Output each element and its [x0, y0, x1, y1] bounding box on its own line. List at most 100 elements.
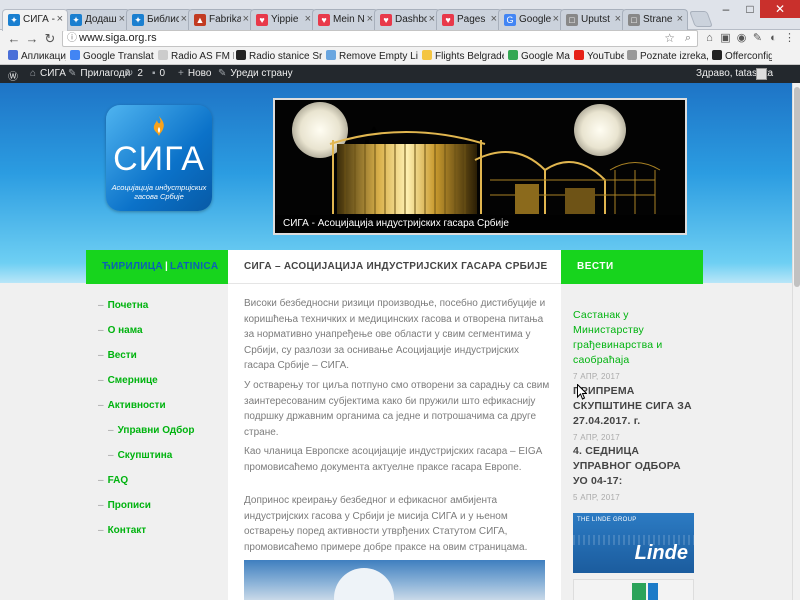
bookmark-item[interactable]: Google Translate: [70, 50, 154, 62]
bookmark-item[interactable]: Flights Belgrade - Bar: [422, 50, 504, 62]
browser-tab[interactable]: ✦ Библис ×: [126, 9, 192, 30]
browser-tab[interactable]: ✦ СИГА - ×: [2, 9, 68, 31]
edit-page-label: Уреди страну: [230, 68, 293, 79]
forward-button[interactable]: →: [24, 31, 40, 47]
tab-close-icon[interactable]: ×: [615, 13, 621, 25]
sidebar-menu-item[interactable]: – Вести: [98, 350, 137, 361]
close-window-button[interactable]: ✕: [760, 0, 800, 18]
bookmark-icon: [158, 50, 168, 60]
header-banner: СИГА - Асоцијација индустријских гасара …: [273, 98, 687, 235]
tab-close-icon[interactable]: ×: [491, 13, 497, 25]
sidebar-menu-item[interactable]: – Активности: [98, 400, 166, 411]
address-bar[interactable]: ⓘ www.siga.org.rs ☆ ⌕: [62, 30, 698, 47]
reload-button[interactable]: ↻: [42, 31, 58, 47]
sidebar-menu-label: Почетна: [107, 300, 149, 311]
lang-cyrillic-link[interactable]: ЋИРИЛИЦА: [102, 261, 163, 272]
sponsor-logo-shape: [648, 583, 658, 600]
tab-close-icon[interactable]: ×: [367, 13, 373, 25]
sidebar-menu-label: О нама: [107, 325, 143, 336]
intro-paragraph: У остварењу тог циља потпуно смо отворен…: [244, 380, 550, 438]
sponsor-banner[interactable]: [573, 579, 694, 600]
news-item-title[interactable]: ПРИПРЕМА СКУПШТИНЕ СИГА ЗА 27.04.2017. г…: [573, 384, 698, 429]
browser-tab[interactable]: ♥ Yippie ×: [250, 9, 316, 30]
browser-tab[interactable]: ♥ Pages ×: [436, 9, 502, 30]
browser-tab[interactable]: ✦ Додаш ×: [64, 9, 130, 30]
sidebar-menu-item[interactable]: – Управни Одбор: [108, 425, 195, 436]
tab-close-icon[interactable]: ×: [429, 13, 435, 25]
tab-close-icon[interactable]: ×: [677, 13, 683, 25]
tab-favicon-icon: ♥: [318, 14, 330, 26]
bookmark-item[interactable]: Poznate izreka, zagon: [627, 50, 709, 62]
bookmark-icon: [326, 50, 336, 60]
browser-tab[interactable]: □ Strane ×: [622, 9, 688, 30]
sidebar-menu-item[interactable]: – Почетна: [98, 300, 148, 311]
sidebar-menu-item[interactable]: – Прописи: [98, 500, 151, 511]
intro-paragraph: Високи безбедносни ризици производње, по…: [244, 298, 546, 371]
bookmark-item[interactable]: Google Maps: [508, 50, 570, 62]
bookmark-item[interactable]: Remove Empty Lines: [326, 50, 418, 62]
avatar[interactable]: [756, 68, 767, 80]
bookmark-item[interactable]: Апликације: [8, 50, 66, 62]
lang-latin-link[interactable]: LATINICA: [170, 261, 218, 272]
sidebar-menu-item[interactable]: – Контакт: [98, 525, 146, 536]
extension-icon[interactable]: ▣: [718, 31, 733, 46]
browser-tab[interactable]: □ Uputst ×: [560, 9, 626, 30]
sponsor-banner-linde[interactable]: THE LINDE GROUP Linde: [573, 513, 694, 573]
tab-close-icon[interactable]: ×: [305, 13, 311, 25]
bookmark-item[interactable]: Radio AS FM Live stre: [158, 50, 234, 62]
bookmark-label: Poznate izreka, zagon: [640, 51, 709, 62]
customize-link[interactable]: ✎ Прилагоди: [68, 68, 130, 79]
site-logo[interactable]: СИГА Асоцијација индустријских гасова Ср…: [106, 105, 212, 211]
new-tab-button[interactable]: [689, 11, 713, 27]
sidebar-menu-item[interactable]: – FAQ: [98, 475, 128, 486]
site-name-link[interactable]: ⌂ СИГА: [30, 68, 66, 79]
content-image: [244, 560, 545, 600]
bookmark-item[interactable]: Radio stanice Srbije -: [236, 50, 322, 62]
scrollbar-thumb[interactable]: [794, 87, 800, 287]
news-item-title[interactable]: 4. СЕДНИЦА УПРАВНОГ ОДБОРА УО 04-17:: [573, 444, 698, 489]
search-icon[interactable]: ⌕: [685, 31, 691, 46]
tab-close-icon[interactable]: ×: [243, 13, 249, 25]
news-heading: ВЕСТИ: [561, 250, 703, 284]
news-item-title[interactable]: Састанак у Министарству грађевинарства и…: [573, 308, 698, 368]
edit-page-link[interactable]: ✎ Уреди страну: [218, 68, 293, 79]
tab-label: Yippie: [271, 14, 299, 25]
sidebar-menu-label: Прописи: [107, 500, 151, 511]
bookmark-item[interactable]: YouTube: [574, 50, 624, 62]
tab-close-icon[interactable]: ×: [119, 13, 125, 25]
tab-close-icon[interactable]: ×: [57, 13, 63, 25]
menu-icon[interactable]: ⋮: [782, 31, 797, 46]
page-scrollbar[interactable]: [792, 83, 800, 600]
browser-tabstrip: ✦ СИГА - × ✦ Додаш × ✦ Библис × ▲ Fabrika × ♥ Yippie ×…: [0, 0, 800, 31]
new-content-link[interactable]: + Ново: [178, 68, 211, 79]
tab-close-icon[interactable]: ×: [181, 13, 187, 25]
customize-label: Прилагоди: [80, 68, 131, 79]
sidebar-menu-label: Управни Одбор: [117, 425, 195, 436]
extension-icon[interactable]: ⌂: [702, 31, 717, 46]
browser-tab[interactable]: G Google ×: [498, 9, 564, 30]
extension-icon[interactable]: ◐: [766, 31, 781, 46]
pencil-icon: ✎: [218, 68, 227, 79]
page-info-icon[interactable]: ⓘ: [67, 31, 77, 46]
sidebar-menu-item[interactable]: – Смернице: [98, 375, 158, 386]
sidebar-menu-item[interactable]: – О нама: [98, 325, 143, 336]
comments-link[interactable]: ▪ 0: [152, 68, 165, 79]
browser-tab[interactable]: ♥ Dashbo ×: [374, 9, 440, 30]
bookmark-star-icon[interactable]: ☆: [664, 31, 675, 46]
tab-label: Pages: [457, 14, 486, 25]
browser-tab[interactable]: ♥Mein Ne×: [312, 9, 378, 30]
bookmarks-bar: Апликације Google Translate Radio AS FM Li…: [0, 47, 800, 65]
wordpress-logo-icon[interactable]: Ⓦ: [8, 68, 18, 83]
back-button[interactable]: ←: [6, 31, 22, 47]
bookmark-icon: [627, 50, 637, 60]
tab-close-icon[interactable]: ×: [553, 13, 559, 25]
updates-link[interactable]: ↻ 2: [125, 68, 143, 79]
sidebar-menu-item[interactable]: – Скупштина: [108, 450, 172, 461]
extension-icon[interactable]: ✎: [750, 31, 765, 46]
browser-tab[interactable]: ▲ Fabrika ×: [188, 9, 254, 30]
bookmark-label: YouTube: [587, 51, 624, 62]
wp-admin-bar: Ⓦ ⌂ СИГА ✎ Прилагоди ↻ 2 ▪ 0 + Ново ✎ Уреди ст…: [0, 65, 800, 83]
bookmark-item[interactable]: Offerconfig: [712, 50, 772, 62]
sponsor-group-label: THE LINDE GROUP: [577, 517, 637, 523]
extension-icon[interactable]: ◉: [734, 31, 749, 46]
